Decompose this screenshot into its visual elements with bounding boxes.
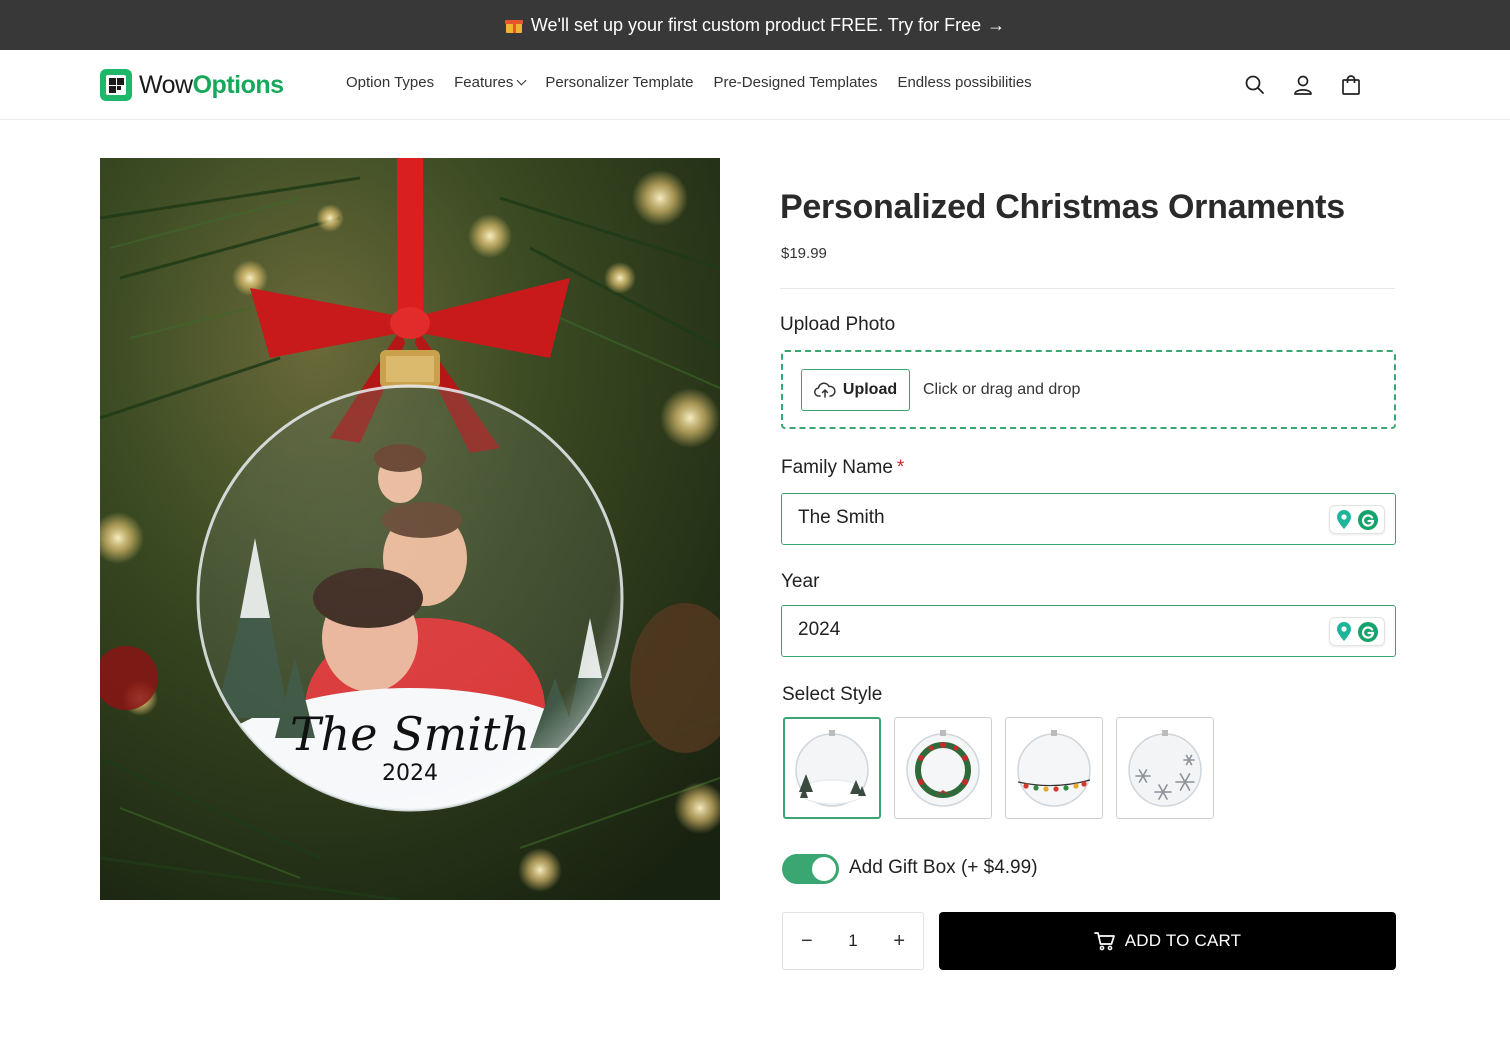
gift-icon: [504, 17, 523, 33]
shopping-cart-icon: [1093, 932, 1115, 951]
quantity-increase-button[interactable]: +: [893, 930, 905, 953]
required-mark: *: [896, 457, 905, 478]
product-image[interactable]: The Smith 2024: [100, 158, 720, 900]
search-icon[interactable]: [1244, 74, 1266, 96]
year-input[interactable]: [798, 619, 1318, 641]
main-nav: Option Types Features Personalizer Templ…: [346, 74, 1032, 91]
quantity-decrease-button[interactable]: −: [801, 930, 813, 953]
grammarly-icon[interactable]: [1357, 621, 1379, 643]
announcement-text[interactable]: We'll set up your first custom product F…: [531, 15, 981, 36]
year-field[interactable]: [781, 605, 1396, 657]
nav-endless-possibilities[interactable]: Endless possibilities: [897, 74, 1031, 91]
upload-photo-label: Upload Photo: [780, 314, 896, 335]
family-name-input[interactable]: [798, 507, 1318, 529]
input-extension-icons[interactable]: [1329, 505, 1385, 534]
toggle-knob: [812, 857, 836, 881]
snowflakes-ornament-icon: [1128, 730, 1202, 807]
header-icons: [1244, 74, 1362, 96]
family-name-field[interactable]: [781, 493, 1396, 545]
gift-box-toggle[interactable]: [782, 854, 839, 884]
year-label: Year: [781, 571, 820, 592]
product-title: Personalized Christmas Ornaments: [780, 188, 1345, 226]
nav-features[interactable]: Features: [454, 74, 527, 91]
style-option-snowflakes[interactable]: [1116, 717, 1214, 819]
upload-button-label: Upload: [842, 381, 898, 398]
logo[interactable]: WowOptions: [100, 68, 284, 102]
string-lights-ornament-icon: [1017, 730, 1091, 807]
announcement-bar[interactable]: We'll set up your first custom product F…: [0, 0, 1510, 50]
upload-hint: Click or drag and drop: [923, 381, 1081, 398]
ornament-photo: The Smith 2024: [100, 158, 720, 900]
upload-dropzone[interactable]: Upload Click or drag and drop: [781, 350, 1396, 429]
nav-pre-designed-templates[interactable]: Pre-Designed Templates: [713, 74, 877, 91]
chevron-down-icon: [516, 75, 527, 86]
snowy-trees-ornament-icon: [795, 730, 869, 807]
input-extension-icons[interactable]: [1329, 617, 1385, 646]
quantity-stepper: − 1 +: [782, 912, 924, 970]
site-header: WowOptions Option Types Features Persona…: [0, 50, 1510, 120]
ornament-year-text: 2024: [382, 761, 438, 786]
ornament-name-text: The Smith: [290, 707, 530, 761]
location-pin-icon[interactable]: [1335, 621, 1353, 642]
cloud-upload-icon: [813, 382, 836, 398]
style-option-wreath[interactable]: [894, 717, 992, 819]
style-option-snowy-trees[interactable]: [783, 717, 881, 819]
family-name-label: Family Name *: [781, 457, 905, 478]
divider: [780, 288, 1395, 289]
upload-button[interactable]: Upload: [801, 369, 910, 411]
add-to-cart-button[interactable]: ADD TO CART: [939, 912, 1396, 970]
style-option-string-lights[interactable]: [1005, 717, 1103, 819]
select-style-label: Select Style: [782, 684, 883, 705]
arrow-right-icon[interactable]: →: [987, 15, 1005, 36]
cart-bag-icon[interactable]: [1340, 74, 1362, 96]
location-pin-icon[interactable]: [1335, 509, 1353, 530]
add-to-cart-label: ADD TO CART: [1124, 931, 1242, 950]
grammarly-icon[interactable]: [1357, 509, 1379, 531]
gift-box-label: Add Gift Box (+ $4.99): [849, 857, 1038, 878]
nav-personalizer-template[interactable]: Personalizer Template: [545, 74, 693, 91]
nav-option-types[interactable]: Option Types: [346, 74, 434, 91]
product-price: $19.99: [781, 245, 827, 262]
logo-text: WowOptions: [139, 70, 284, 99]
logo-mark-icon: [100, 69, 132, 101]
wreath-ornament-icon: [906, 730, 980, 807]
style-swatches: [783, 717, 1214, 819]
account-icon[interactable]: [1292, 74, 1314, 96]
quantity-value[interactable]: 1: [848, 931, 857, 951]
